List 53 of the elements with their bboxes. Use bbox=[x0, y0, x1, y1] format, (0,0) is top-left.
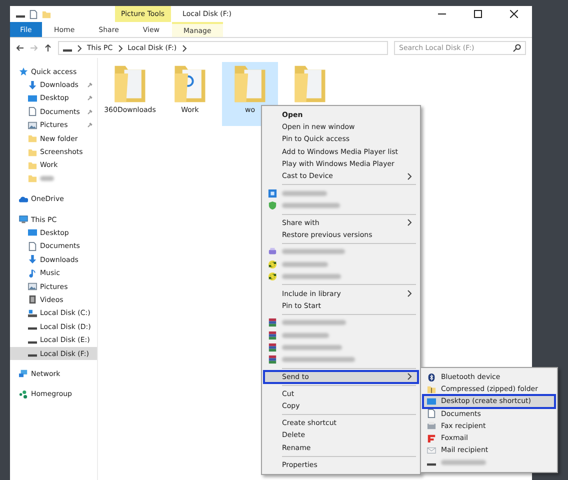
blurred-text bbox=[40, 176, 54, 182]
blurred-text bbox=[282, 202, 340, 208]
blurred-text bbox=[282, 320, 346, 326]
homegroup-icon bbox=[19, 390, 28, 399]
archive-icon bbox=[268, 354, 277, 364]
music-note-icon bbox=[28, 268, 37, 278]
chevron-right-icon bbox=[77, 44, 82, 52]
sync-icon bbox=[268, 260, 277, 269]
blurred-text bbox=[282, 190, 327, 196]
folder-icon bbox=[42, 10, 51, 18]
desktop-icon bbox=[28, 94, 37, 103]
system-drive-icon bbox=[28, 308, 37, 318]
fax-icon bbox=[427, 421, 436, 430]
close-icon bbox=[510, 10, 518, 18]
shield-icon bbox=[268, 200, 277, 210]
image-icon bbox=[28, 282, 37, 292]
maximize-icon bbox=[474, 10, 482, 18]
printer-icon bbox=[268, 247, 277, 256]
desktop-icon bbox=[28, 228, 37, 238]
document-icon bbox=[28, 107, 37, 116]
back-icon[interactable] bbox=[16, 44, 24, 52]
download-icon bbox=[28, 80, 37, 90]
app-icon bbox=[268, 188, 277, 198]
document-icon bbox=[427, 409, 436, 418]
forward-icon[interactable] bbox=[30, 44, 38, 52]
sync-icon bbox=[268, 272, 277, 281]
zip-folder-icon bbox=[427, 384, 436, 394]
blurred-text bbox=[282, 249, 345, 254]
search-icon bbox=[513, 44, 521, 52]
image-icon bbox=[28, 120, 37, 130]
archive-icon bbox=[268, 342, 277, 352]
blurred-text bbox=[282, 274, 341, 279]
blurred-text bbox=[282, 262, 328, 267]
download-icon bbox=[28, 255, 37, 264]
bluetooth-icon bbox=[427, 372, 436, 382]
blurred-text bbox=[282, 344, 342, 350]
document-icon bbox=[28, 242, 37, 251]
chevron-right-icon bbox=[182, 44, 187, 52]
blurred-text bbox=[282, 332, 329, 338]
star-icon bbox=[19, 67, 28, 76]
computer-icon bbox=[19, 215, 28, 224]
film-icon bbox=[28, 295, 37, 304]
network-icon bbox=[19, 369, 28, 378]
desktop-icon bbox=[427, 396, 436, 406]
mail-icon bbox=[427, 446, 436, 455]
archive-icon bbox=[268, 318, 277, 328]
up-icon[interactable] bbox=[44, 44, 52, 52]
archive-icon bbox=[268, 330, 277, 340]
foxmail-icon bbox=[427, 434, 436, 443]
document-icon bbox=[29, 10, 38, 18]
chevron-right-icon bbox=[118, 44, 123, 52]
blurred-text bbox=[441, 460, 486, 465]
cloud-icon bbox=[19, 194, 28, 204]
